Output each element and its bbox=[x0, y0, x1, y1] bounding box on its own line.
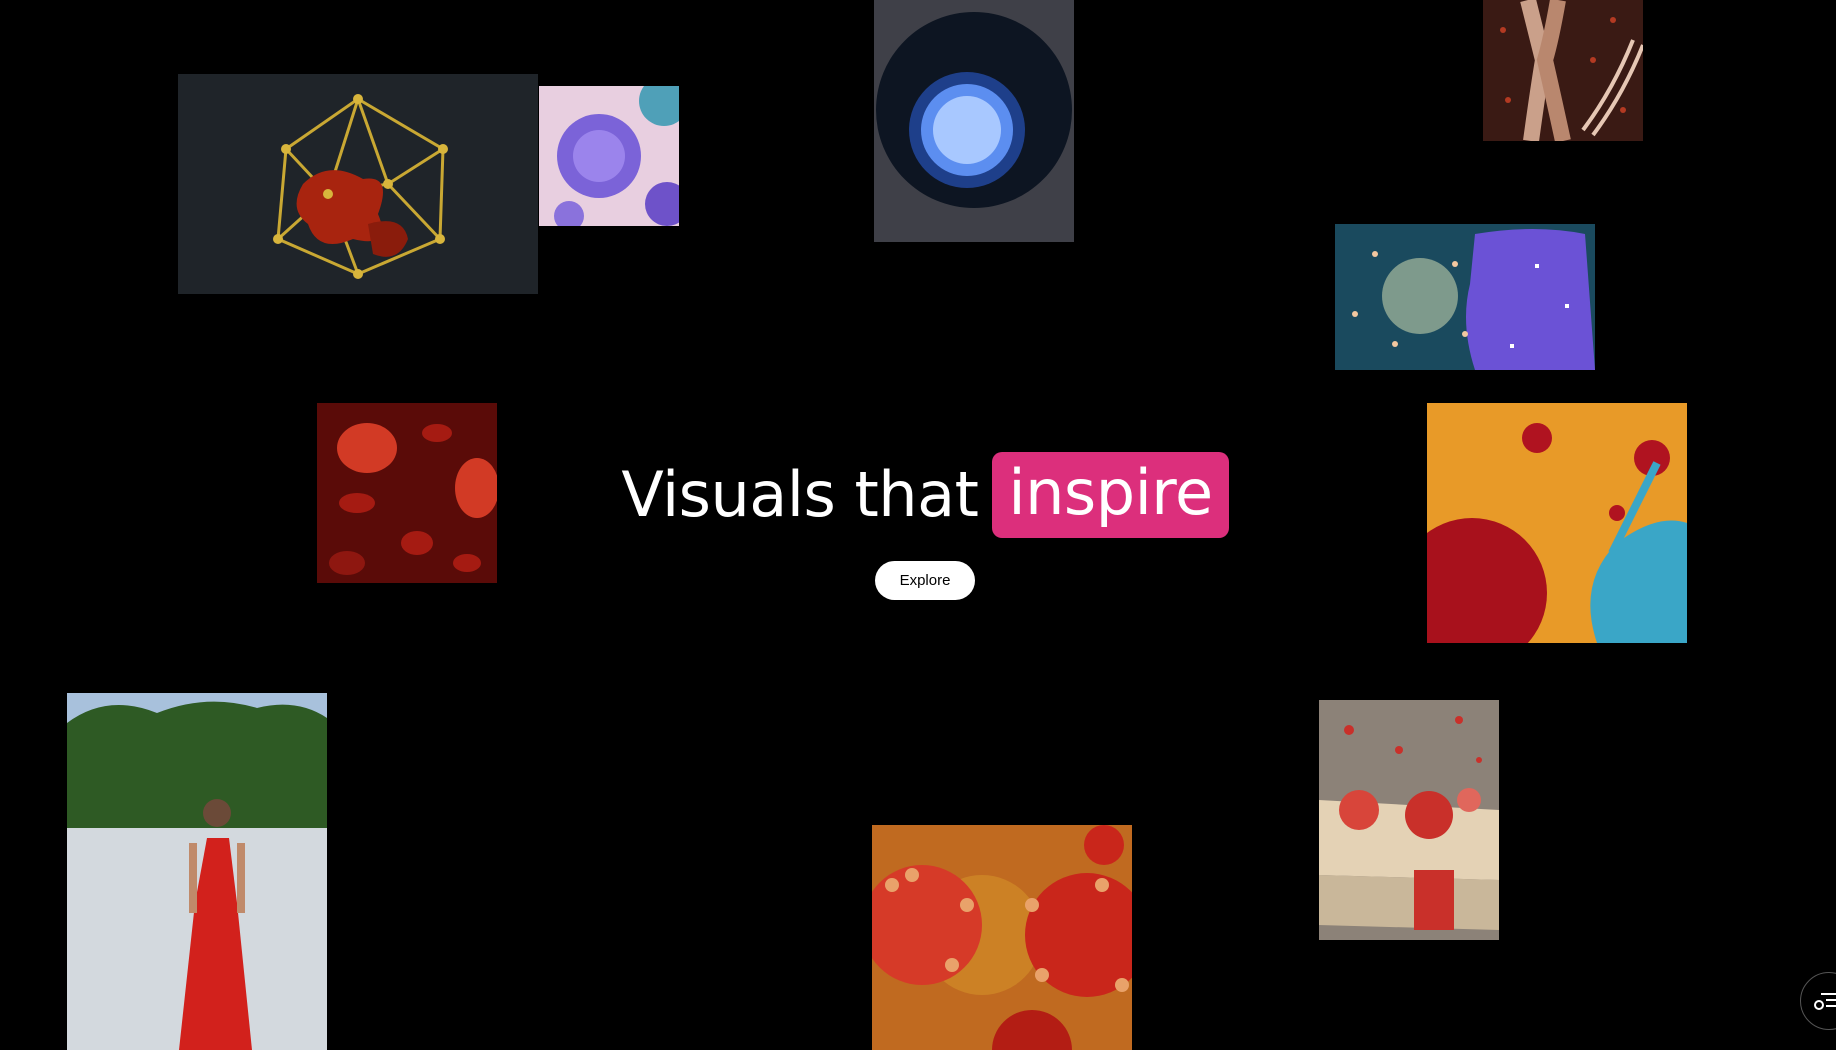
explore-button[interactable]: Explore bbox=[875, 561, 975, 600]
headline-highlight: inspire bbox=[992, 452, 1229, 538]
menu-filter-icon bbox=[1814, 993, 1836, 1010]
floating-menu-button[interactable] bbox=[1800, 972, 1836, 1030]
glowing-sphere-image[interactable] bbox=[874, 0, 1074, 242]
cell-membrane-proteins-image[interactable] bbox=[1319, 700, 1499, 940]
headline-prefix: Visuals that bbox=[621, 458, 979, 531]
beach-portrait-image[interactable] bbox=[67, 693, 327, 1050]
virus-particles-image[interactable] bbox=[872, 825, 1132, 1050]
chromosome-dna-image[interactable] bbox=[1483, 0, 1643, 141]
hero-headline: Visuals that inspire bbox=[621, 452, 1229, 538]
hero: Visuals that inspire bbox=[0, 452, 1836, 538]
icosahedron-cage-image[interactable] bbox=[178, 74, 538, 294]
immune-cell-image[interactable] bbox=[1335, 224, 1595, 370]
purple-pollen-image[interactable] bbox=[539, 86, 679, 226]
gallery-stage: Visuals that inspire Explore bbox=[0, 0, 1836, 1050]
